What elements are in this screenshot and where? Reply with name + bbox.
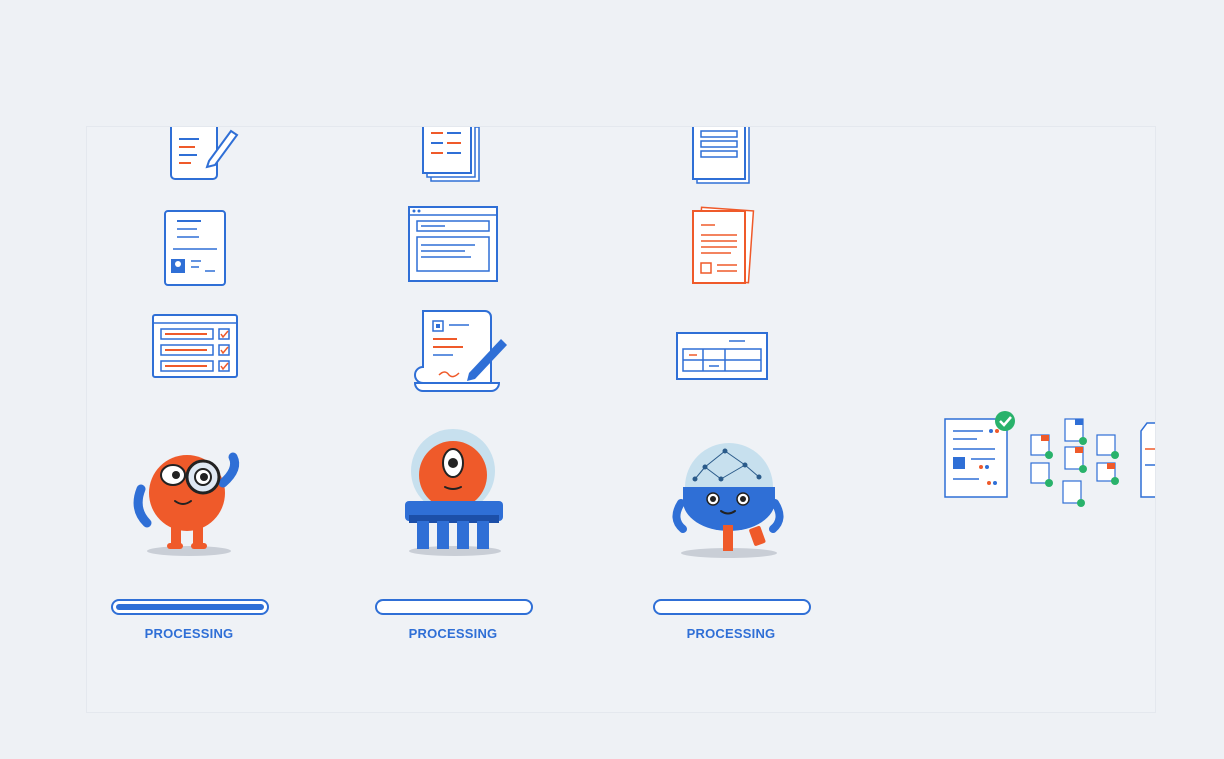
processing-label-3: PROCESSING	[686, 626, 776, 641]
id-card-document-icon	[164, 210, 226, 286]
bank-check-icon	[676, 332, 768, 380]
progress-bar-1	[111, 599, 269, 615]
magnifier-robot	[133, 452, 240, 556]
processing-label-2: PROCESSING	[408, 626, 498, 641]
stacked-document-icon	[422, 127, 480, 182]
processing-stage: PROCESSING PROCESSING PROCESSING	[86, 126, 1156, 713]
verified-document-icon	[944, 411, 1015, 498]
edit-document-icon	[170, 127, 239, 180]
signed-contract-icon	[413, 310, 507, 392]
report-document-icon	[692, 127, 750, 184]
classified-documents-icon	[1030, 418, 1119, 507]
brain-robot	[672, 443, 784, 558]
app-frame: PROCESSING PROCESSING PROCESSING	[0, 0, 1224, 759]
checklist-form-icon	[152, 314, 238, 378]
progress-bar-3	[653, 599, 811, 615]
cyclops-robot	[405, 429, 503, 556]
invoice-stack-icon	[692, 206, 755, 284]
cut-off-document-icon	[1140, 422, 1155, 498]
browser-window-icon	[408, 206, 498, 282]
progress-bar-2	[375, 599, 533, 615]
progress-fill-1	[116, 604, 264, 610]
processing-label-1: PROCESSING	[144, 626, 234, 641]
